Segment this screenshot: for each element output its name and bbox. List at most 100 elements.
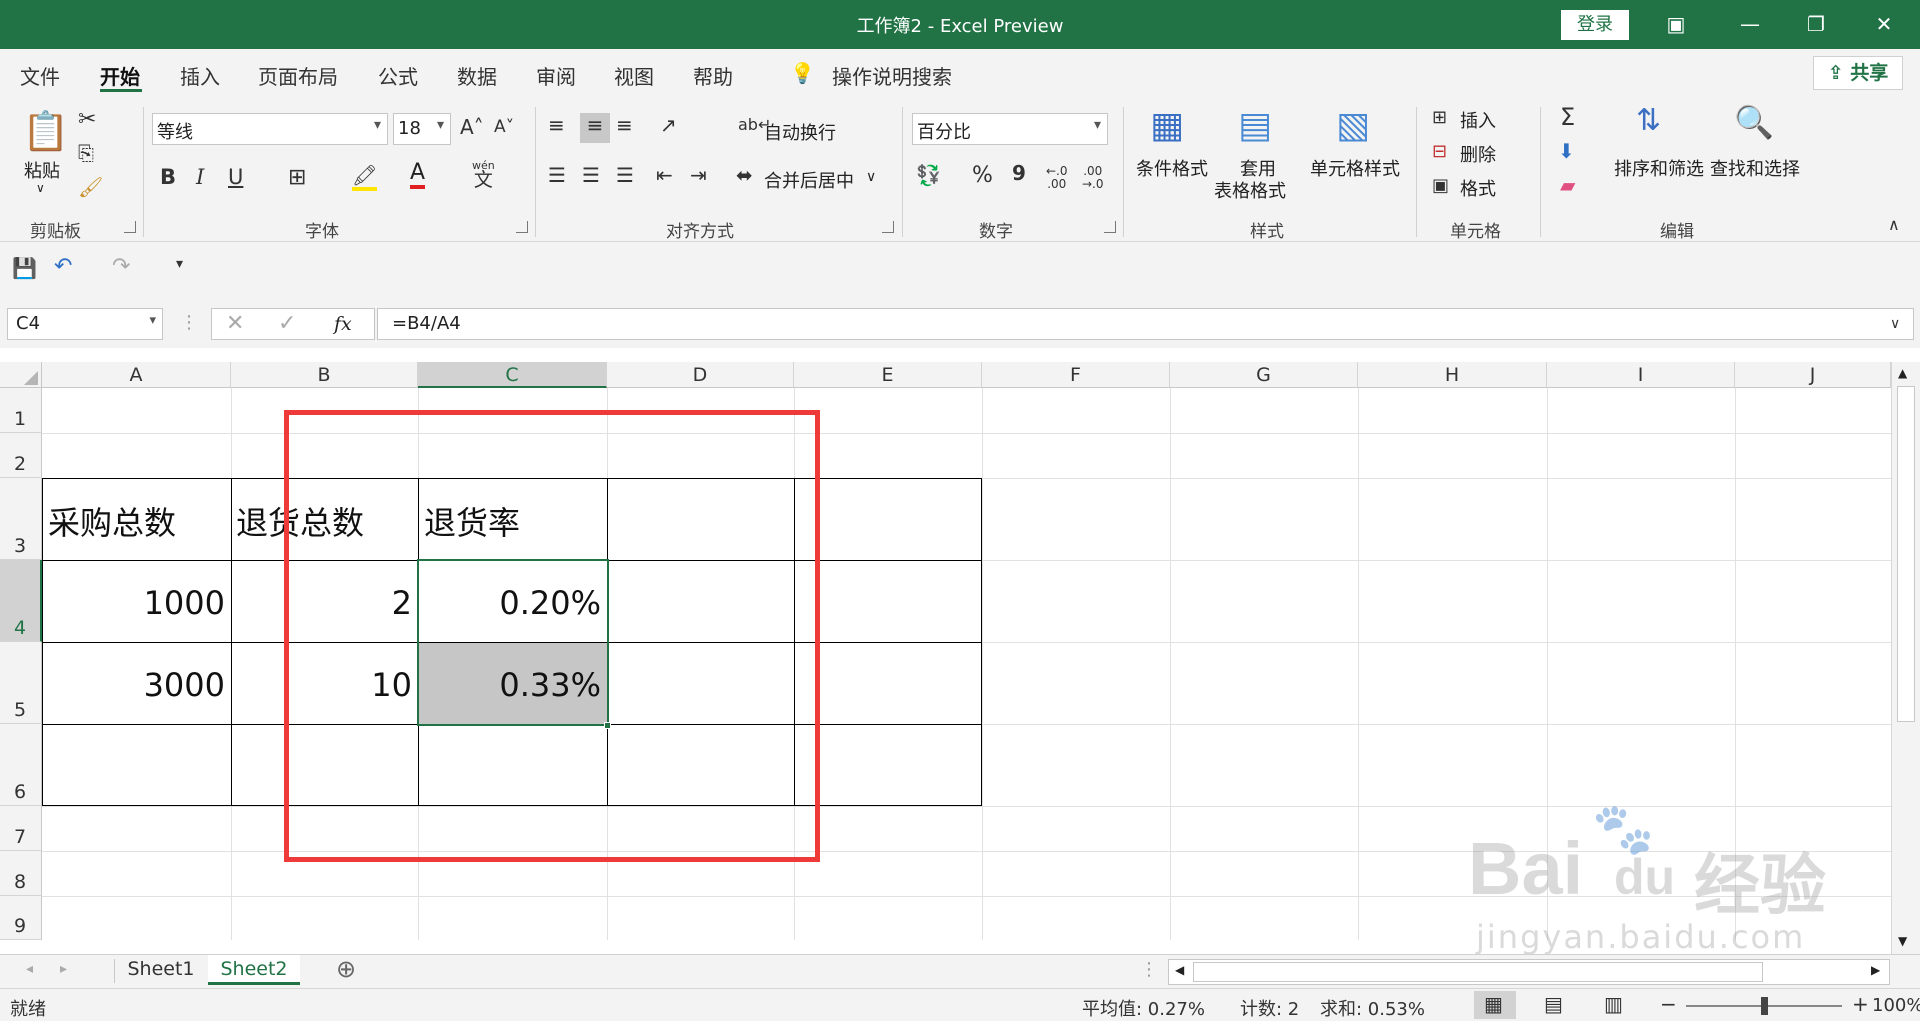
shrink-font-icon[interactable]: A˅ <box>494 117 514 137</box>
fill-color-icon[interactable]: 🖍 <box>352 163 378 191</box>
format-as-table-icon[interactable]: ▤ <box>1238 105 1272 146</box>
column-header-b[interactable]: B <box>231 362 418 388</box>
cancel-icon[interactable]: ✕ <box>226 311 244 336</box>
conditional-format-button[interactable]: 条件格式 <box>1136 155 1208 181</box>
drag-handle-icon[interactable]: ⋮ <box>180 312 198 333</box>
name-box[interactable]: C4 ▾ <box>7 308 163 340</box>
column-header-f[interactable]: F <box>982 362 1170 388</box>
increase-decimal-icon[interactable]: ←.0.00 <box>1046 165 1068 191</box>
tab-split-handle-icon[interactable]: ⋮ <box>1140 959 1158 980</box>
customize-qat-icon[interactable]: ▾ <box>176 256 183 272</box>
redo-icon[interactable]: ↷ <box>112 254 130 279</box>
cell-a3[interactable]: 采购总数 <box>48 498 176 544</box>
column-header-g[interactable]: G <box>1170 362 1358 388</box>
close-icon[interactable]: ✕ <box>1848 0 1920 49</box>
comma-style-button[interactable]: 9 <box>1012 161 1026 185</box>
zoom-in-icon[interactable]: + <box>1852 992 1869 1016</box>
font-name-select[interactable]: 等线 ▾ <box>152 113 388 145</box>
row-header-3[interactable]: 3 <box>0 478 42 560</box>
underline-button[interactable]: U <box>228 165 243 189</box>
alignment-launcher-icon[interactable] <box>882 221 894 233</box>
status-count[interactable]: 计数: 2 <box>1240 995 1299 1021</box>
zoom-out-icon[interactable]: − <box>1660 992 1677 1016</box>
format-cells-button[interactable]: 格式 <box>1460 175 1496 201</box>
row-header-5[interactable]: 5 <box>0 642 42 724</box>
format-as-table-line2[interactable]: 表格格式 <box>1214 177 1286 203</box>
merge-center-button[interactable]: 合并后居中 <box>764 167 854 193</box>
tab-data[interactable]: 数据 <box>457 61 497 90</box>
percent-style-button[interactable]: % <box>972 163 993 188</box>
wrap-text-button[interactable]: 自动换行 <box>764 119 836 145</box>
delete-cells-button[interactable]: 删除 <box>1460 141 1496 167</box>
borders-icon[interactable]: ⊞ <box>288 165 306 190</box>
ribbon-display-icon[interactable]: ▣ <box>1640 0 1712 49</box>
select-all-corner[interactable] <box>0 362 42 388</box>
sort-filter-icon[interactable]: ⇅ <box>1636 103 1661 138</box>
status-average[interactable]: 平均值: 0.27% <box>1082 995 1205 1021</box>
insert-function-button[interactable]: fx <box>334 313 352 335</box>
minimize-icon[interactable]: — <box>1714 0 1786 49</box>
align-center-icon[interactable]: ☰ <box>582 163 600 187</box>
decrease-decimal-icon[interactable]: .00 →.0 <box>1082 165 1104 191</box>
expand-formula-icon[interactable]: ∨ <box>1890 316 1900 332</box>
copy-icon[interactable]: ⎘ <box>78 141 94 165</box>
zoom-slider-thumb[interactable] <box>1761 997 1768 1015</box>
cell-a5[interactable]: 3000 <box>42 666 231 704</box>
tab-insert[interactable]: 插入 <box>180 61 220 90</box>
worksheet-grid[interactable]: A B C D E F G H I J 1 2 3 4 5 6 7 8 9 采购… <box>0 348 1920 956</box>
insert-cells-button[interactable]: 插入 <box>1460 107 1496 133</box>
paste-icon[interactable]: 📋 <box>22 107 69 155</box>
tab-review[interactable]: 审阅 <box>536 61 576 90</box>
row-header-2[interactable]: 2 <box>0 433 42 478</box>
scroll-up-icon[interactable]: ▲ <box>1898 366 1907 380</box>
paste-dropdown-icon[interactable]: ∨ <box>36 181 45 195</box>
vertical-scrollbar[interactable]: ▲ ▼ <box>1891 362 1920 954</box>
tab-help[interactable]: 帮助 <box>693 61 733 90</box>
merge-dropdown-icon[interactable]: ∨ <box>866 169 876 185</box>
number-format-select[interactable]: 百分比 ▾ <box>912 113 1108 145</box>
page-break-icon[interactable]: ▥ <box>1604 992 1623 1016</box>
sort-filter-button[interactable]: 排序和筛选 <box>1614 155 1704 181</box>
tab-home[interactable]: 开始 <box>100 61 140 90</box>
sheet-tab-sheet1[interactable]: Sheet1 <box>116 955 206 985</box>
cell-styles-button[interactable]: 单元格样式 <box>1310 155 1400 181</box>
align-right-icon[interactable]: ☰ <box>616 163 634 187</box>
column-header-a[interactable]: A <box>42 362 231 388</box>
tell-me-search[interactable]: 操作说明搜索 <box>832 61 952 90</box>
clear-icon[interactable]: ▰ <box>1560 173 1575 197</box>
bold-button[interactable]: B <box>160 165 176 189</box>
status-sum[interactable]: 求和: 0.53% <box>1320 995 1425 1021</box>
add-sheet-icon[interactable]: ⊕ <box>336 955 356 983</box>
restore-icon[interactable]: ❐ <box>1780 0 1852 49</box>
align-top-icon[interactable]: ≡ <box>548 113 565 137</box>
column-header-d[interactable]: D <box>607 362 794 388</box>
formula-input[interactable]: =B4/A4 <box>377 308 1914 340</box>
tab-formulas[interactable]: 公式 <box>378 61 418 90</box>
hscroll-thumb[interactable] <box>1193 962 1763 982</box>
autosum-icon[interactable]: Σ <box>1560 103 1575 131</box>
sheet-tab-sheet2[interactable]: Sheet2 <box>208 955 300 985</box>
orientation-icon[interactable]: ↗ <box>660 113 677 137</box>
scrollbar-thumb[interactable] <box>1897 386 1915 722</box>
row-header-8[interactable]: 8 <box>0 851 42 896</box>
page-layout-icon[interactable]: ▤ <box>1544 992 1563 1016</box>
clipboard-launcher-icon[interactable] <box>124 221 136 233</box>
next-sheet-icon[interactable]: ▸ <box>60 961 67 977</box>
paste-button[interactable]: 粘贴 <box>24 157 60 183</box>
normal-view-icon[interactable]: ▦ <box>1484 992 1503 1016</box>
tab-file[interactable]: 文件 <box>20 61 60 90</box>
decrease-indent-icon[interactable]: ⇤ <box>656 163 673 187</box>
grow-font-icon[interactable]: A˄ <box>460 115 484 139</box>
save-icon[interactable]: 💾 <box>12 256 37 280</box>
prev-sheet-icon[interactable]: ◂ <box>26 961 33 977</box>
font-color-icon[interactable]: A <box>410 161 426 189</box>
format-painter-icon[interactable]: 🖌 <box>78 175 103 199</box>
conditional-format-icon[interactable]: ▦ <box>1150 105 1184 146</box>
font-size-select[interactable]: 18 ▾ <box>393 113 451 145</box>
find-select-icon[interactable]: 🔍 <box>1734 103 1774 141</box>
collapse-ribbon-icon[interactable]: ∧ <box>1888 215 1900 234</box>
cell-styles-icon[interactable]: ▧ <box>1336 105 1370 146</box>
tab-page-layout[interactable]: 页面布局 <box>258 61 338 90</box>
column-header-e[interactable]: E <box>794 362 982 388</box>
align-left-icon[interactable]: ☰ <box>548 163 566 187</box>
